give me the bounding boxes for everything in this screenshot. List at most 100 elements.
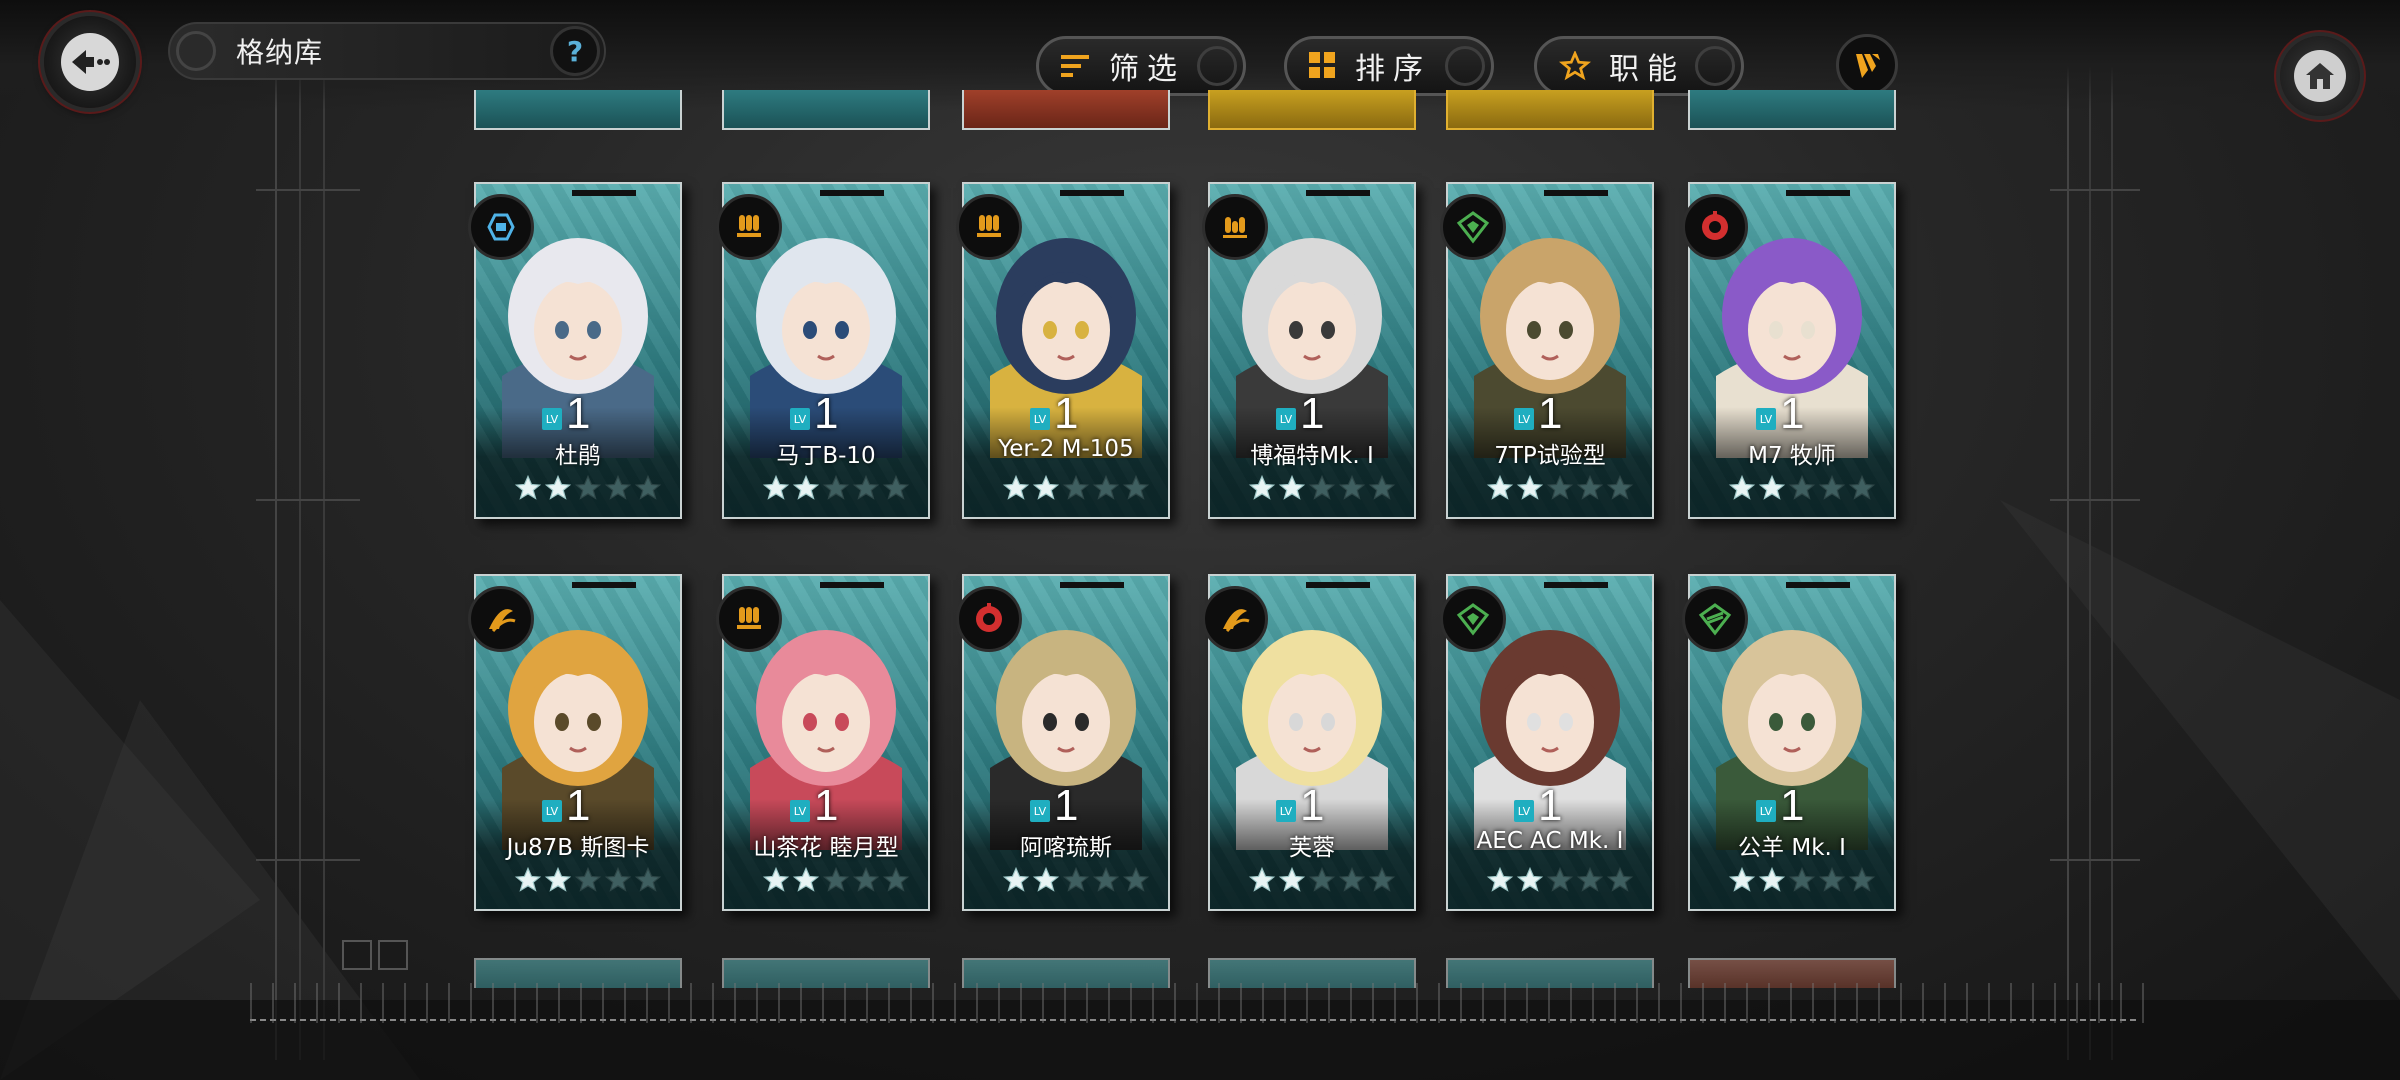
level-tag-icon: LV [790, 800, 810, 822]
card-partial[interactable] [962, 90, 1170, 130]
artillery-icon [1682, 194, 1748, 260]
page-title: 格纳库 [236, 36, 324, 69]
level-tag-icon: LV [1030, 408, 1050, 430]
star-filled-icon [544, 866, 572, 892]
level-value: 1 [814, 389, 839, 438]
sort-button[interactable]: 排序 [1284, 36, 1494, 96]
card-top-line [1786, 582, 1850, 588]
star-empty-icon [1848, 474, 1876, 500]
star-rating [1248, 866, 1396, 894]
card-partial[interactable] [474, 90, 682, 130]
star-empty-icon [1092, 866, 1120, 892]
card-top-line [1306, 190, 1370, 196]
unit-name: 芙蓉 [1289, 835, 1335, 861]
star-filled-icon [1002, 866, 1030, 892]
star-rating [514, 474, 662, 502]
back-button[interactable] [44, 16, 136, 108]
star-rating [762, 474, 910, 502]
card-partial[interactable] [1688, 90, 1896, 130]
star-empty-icon [1546, 474, 1574, 500]
level-display: LV 1 [1514, 784, 1562, 828]
star-filled-icon [1516, 866, 1544, 892]
unit-name: 山茶花 睦月型 [753, 835, 899, 861]
unit-name: 7TP试验型 [1494, 443, 1606, 469]
role-button[interactable]: 职能 [1534, 36, 1744, 96]
artillery-icon [956, 586, 1022, 652]
unit-name: M7 牧师 [1748, 443, 1836, 469]
star-empty-icon [1788, 866, 1816, 892]
star-empty-icon [1546, 866, 1574, 892]
star-rating [1728, 474, 1876, 502]
level-display: LV 1 [790, 392, 838, 436]
unit-name: Ju87B 斯图卡 [506, 835, 650, 861]
star-empty-icon [852, 866, 880, 892]
dive-bomb-icon [468, 586, 534, 652]
recon-icon [1682, 586, 1748, 652]
card-top-line [820, 582, 884, 588]
level-value: 1 [1538, 781, 1563, 830]
level-value: 1 [814, 781, 839, 830]
sort-icon [1309, 52, 1337, 80]
level-value: 1 [1054, 781, 1079, 830]
dive-bomb-icon [1202, 586, 1268, 652]
level-tag-icon: LV [542, 800, 562, 822]
star-filled-icon [1728, 474, 1756, 500]
star-filled-icon [1032, 474, 1060, 500]
star-filled-icon [514, 474, 542, 500]
card-partial[interactable] [722, 90, 930, 130]
star-rating [514, 866, 662, 894]
bomb-icon [716, 194, 782, 260]
level-display: LV 1 [542, 392, 590, 436]
star-empty-icon [1606, 866, 1634, 892]
level-tag-icon: LV [542, 408, 562, 430]
ruler-decoration [250, 983, 2150, 1023]
card-partial[interactable] [1208, 90, 1416, 130]
star-empty-icon [1368, 474, 1396, 500]
star-empty-icon [1818, 474, 1846, 500]
rank-button[interactable] [1836, 34, 1898, 96]
star-rating [1486, 866, 1634, 894]
back-arrow-icon [61, 33, 119, 91]
star-filled-icon [792, 474, 820, 500]
star-empty-icon [882, 474, 910, 500]
level-tag-icon: LV [1756, 800, 1776, 822]
level-display: LV 1 [1030, 392, 1078, 436]
filter-button[interactable]: 筛选 [1036, 36, 1246, 96]
level-tag-icon: LV [1756, 408, 1776, 430]
card-top-line [1786, 190, 1850, 196]
star-filled-icon [792, 866, 820, 892]
star-empty-icon [634, 474, 662, 500]
star-filled-icon [1002, 474, 1030, 500]
level-tag-icon: LV [1276, 800, 1296, 822]
gear-icon [1445, 46, 1485, 86]
star-rating [1248, 474, 1396, 502]
star-empty-icon [1308, 474, 1336, 500]
star-filled-icon [1516, 474, 1544, 500]
sort-label: 排序 [1355, 52, 1431, 87]
card-partial[interactable] [1446, 90, 1654, 130]
star-empty-icon [1606, 474, 1634, 500]
star-rating [1002, 866, 1150, 894]
gear-icon [1197, 46, 1237, 86]
shield-icon [468, 194, 534, 260]
level-value: 1 [1538, 389, 1563, 438]
level-display: LV 1 [1276, 392, 1324, 436]
role-label: 职能 [1609, 52, 1685, 87]
star-empty-icon [822, 866, 850, 892]
star-empty-icon [574, 866, 602, 892]
bomb-icon [716, 586, 782, 652]
unit-name: 博福特Mk. I [1250, 443, 1374, 469]
level-value: 1 [1780, 781, 1805, 830]
home-button[interactable] [2280, 36, 2360, 116]
level-display: LV 1 [1276, 784, 1324, 828]
background-decoration [0, 60, 2400, 1080]
star-filled-icon [1728, 866, 1756, 892]
star-empty-icon [882, 866, 910, 892]
level-tag-icon: LV [1514, 800, 1534, 822]
star-empty-icon [634, 866, 662, 892]
star-empty-icon [1122, 474, 1150, 500]
help-button[interactable]: ? [550, 26, 600, 76]
star-empty-icon [1576, 474, 1604, 500]
star-filled-icon [1278, 474, 1306, 500]
level-tag-icon: LV [790, 408, 810, 430]
